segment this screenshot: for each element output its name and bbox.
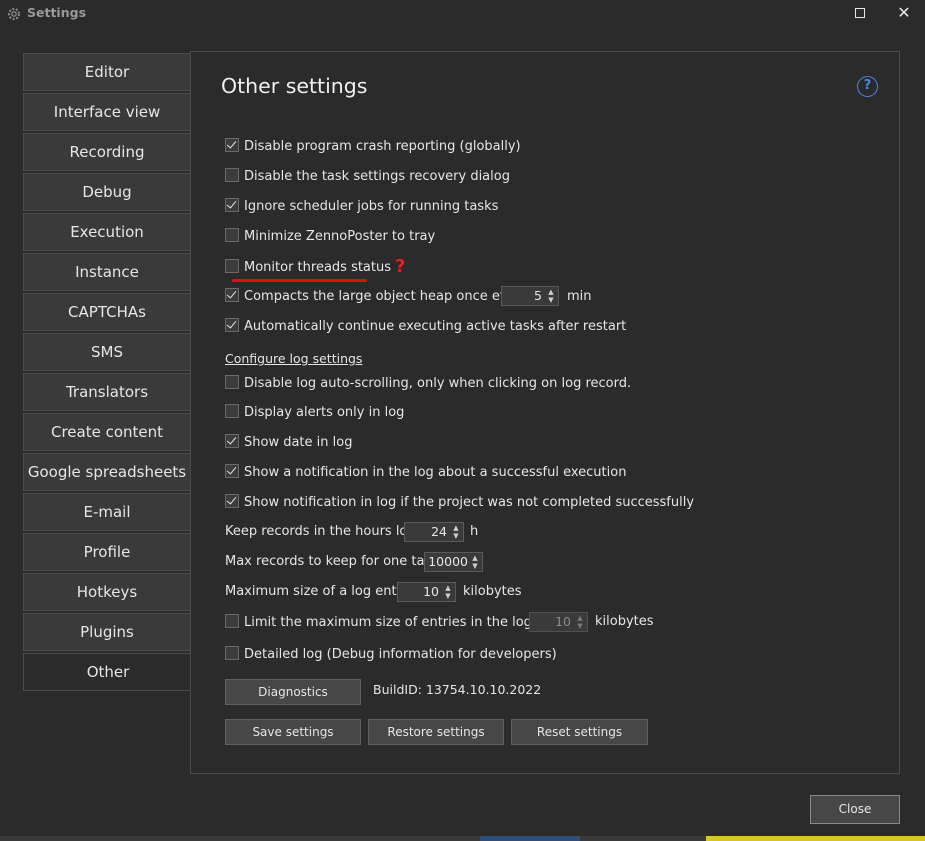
sidebar-item-translators[interactable]: Translators — [23, 373, 191, 411]
option-monitor-threads[interactable]: Monitor threads status? — [225, 256, 406, 277]
restore-settings-button[interactable]: Restore settings — [368, 719, 504, 745]
hours-log-label: Keep records in the hours log: — [225, 524, 421, 539]
option-show-date[interactable]: Show date in log — [225, 434, 352, 452]
taskbar-strip — [0, 836, 925, 841]
checkbox[interactable] — [225, 404, 239, 418]
checkbox[interactable] — [225, 259, 239, 273]
limit-file-stepper[interactable]: 10 ▲ ▼ — [529, 612, 588, 632]
option-minimize-tray[interactable]: Minimize ZennoPoster to tray — [225, 228, 435, 246]
option-crash-reporting[interactable]: Disable program crash reporting (globall… — [225, 138, 521, 156]
checkbox[interactable] — [225, 288, 239, 302]
sidebar-item-profile[interactable]: Profile — [23, 533, 191, 571]
limit-file-unit: kilobytes — [595, 614, 654, 629]
hours-log-unit: h — [470, 524, 479, 539]
sidebar-item-create-content[interactable]: Create content — [23, 413, 191, 451]
checkbox[interactable] — [225, 434, 239, 448]
checkbox[interactable] — [225, 228, 239, 242]
title-bar: Settings ✕ — [0, 0, 925, 28]
sidebar-item-debug[interactable]: Debug — [23, 173, 191, 211]
max-records-stepper[interactable]: 10000 ▲ ▼ — [424, 552, 483, 572]
maximize-icon[interactable] — [855, 8, 865, 18]
build-id-label: BuildID: 13754.10.10.2022 — [373, 682, 542, 697]
sidebar-item-other[interactable]: Other — [23, 653, 192, 691]
stepper-arrows-icon[interactable]: ▲ ▼ — [451, 524, 461, 540]
sidebar-item-sms[interactable]: SMS — [23, 333, 191, 371]
sidebar-item-interface-view[interactable]: Interface view — [23, 93, 191, 131]
checkbox[interactable] — [225, 168, 239, 182]
stepper-arrows-icon[interactable]: ▲ ▼ — [546, 288, 556, 304]
configure-log-link[interactable]: Configure log settings — [225, 351, 362, 366]
sidebar-item-captchas[interactable]: CAPTCHAs — [23, 293, 191, 331]
reset-settings-button[interactable]: Reset settings — [511, 719, 648, 745]
checkbox[interactable] — [225, 198, 239, 212]
option-detailed-log[interactable]: Detailed log (Debug information for deve… — [225, 646, 557, 664]
heap-interval-stepper[interactable]: 5 ▲ ▼ — [501, 286, 559, 306]
checkbox[interactable] — [225, 494, 239, 508]
option-auto-continue[interactable]: Automatically continue executing active … — [225, 318, 626, 336]
close-icon[interactable]: ✕ — [893, 2, 915, 24]
sidebar-item-instance[interactable]: Instance — [23, 253, 191, 291]
option-recovery-dialog[interactable]: Disable the task settings recovery dialo… — [225, 168, 510, 186]
settings-panel: Other settings ? Disable program crash r… — [190, 51, 900, 774]
diagnostics-button[interactable]: Diagnostics — [225, 679, 361, 705]
max-entry-label: Maximum size of a log entry: — [225, 584, 414, 599]
checkbox[interactable] — [225, 138, 239, 152]
red-underline-annotation — [232, 279, 367, 282]
option-alerts-only[interactable]: Display alerts only in log — [225, 404, 404, 422]
gear-icon — [8, 8, 20, 20]
stepper-arrows-icon[interactable]: ▲ ▼ — [575, 614, 585, 630]
checkbox[interactable] — [225, 375, 239, 389]
help-icon[interactable]: ? — [857, 76, 878, 97]
sidebar-item-recording[interactable]: Recording — [23, 133, 191, 171]
close-button[interactable]: Close — [810, 795, 900, 824]
question-annotation-icon: ? — [395, 256, 406, 277]
taskbar-segment — [480, 836, 580, 841]
sidebar-item-editor[interactable]: Editor — [23, 53, 191, 91]
option-disable-autoscroll[interactable]: Disable log auto-scrolling, only when cl… — [225, 375, 631, 393]
hours-log-stepper[interactable]: 24 ▲ ▼ — [404, 522, 464, 542]
stepper-arrows-icon[interactable]: ▲ ▼ — [470, 554, 480, 570]
window-title: Settings — [27, 5, 87, 20]
taskbar-segment — [706, 836, 925, 841]
sidebar-item-execution[interactable]: Execution — [23, 213, 191, 251]
checkbox[interactable] — [225, 464, 239, 478]
sidebar-item-hotkeys[interactable]: Hotkeys — [23, 573, 191, 611]
max-entry-stepper[interactable]: 10 ▲ ▼ — [397, 582, 456, 602]
sidebar-item-google-spreadsheets[interactable]: Google spreadsheets — [23, 453, 191, 491]
stepper-arrows-icon[interactable]: ▲ ▼ — [443, 584, 453, 600]
checkbox[interactable] — [225, 646, 239, 660]
save-settings-button[interactable]: Save settings — [225, 719, 361, 745]
max-entry-unit: kilobytes — [463, 584, 522, 599]
option-limit-file[interactable]: Limit the maximum size of entries in the… — [225, 614, 560, 632]
sidebar-nav: Editor Interface view Recording Debug Ex… — [23, 53, 192, 693]
checkbox[interactable] — [225, 318, 239, 332]
page-title: Other settings — [221, 74, 368, 98]
max-records-label: Max records to keep for one task: — [225, 554, 444, 569]
option-notify-fail[interactable]: Show notification in log if the project … — [225, 494, 694, 512]
option-compact-heap[interactable]: Compacts the large object heap once ever… — [225, 288, 529, 306]
sidebar-item-plugins[interactable]: Plugins — [23, 613, 191, 651]
heap-unit-label: min — [567, 289, 592, 304]
option-ignore-scheduler[interactable]: Ignore scheduler jobs for running tasks — [225, 198, 498, 216]
option-notify-success[interactable]: Show a notification in the log about a s… — [225, 464, 626, 482]
checkbox[interactable] — [225, 614, 239, 628]
sidebar-item-email[interactable]: E-mail — [23, 493, 191, 531]
